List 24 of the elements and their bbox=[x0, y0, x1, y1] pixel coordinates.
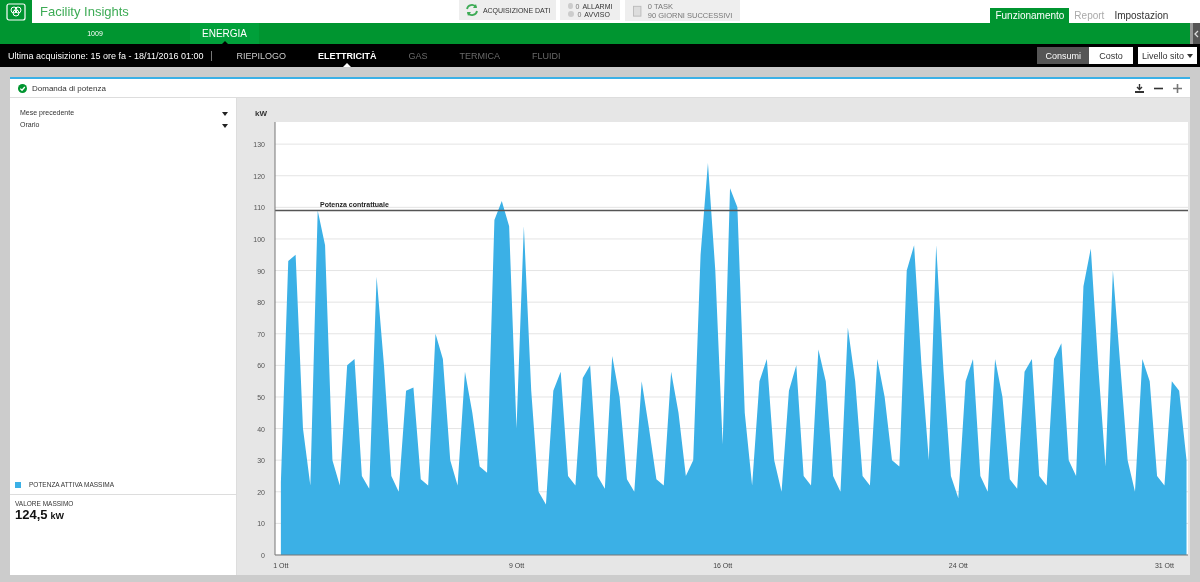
energy-tab[interactable]: ELETTRICITÀ bbox=[302, 44, 393, 67]
collapse-button[interactable] bbox=[1190, 23, 1200, 44]
last-update-text: Ultima acquisizione: 15 ore fa - 18/11/2016 01:00 bbox=[0, 50, 213, 61]
caret-icon bbox=[1187, 53, 1193, 58]
max-value: 124,5 kW bbox=[15, 507, 66, 522]
status-dot-icon bbox=[568, 11, 575, 17]
view-toggle[interactable]: Consumi bbox=[1037, 47, 1089, 64]
level-dropdown[interactable]: Livello sito bbox=[1137, 47, 1197, 64]
check-icon bbox=[18, 83, 27, 93]
view-toggle[interactable]: Costo bbox=[1088, 47, 1133, 64]
panel-title: Domanda di potenza bbox=[32, 83, 106, 93]
plus-icon[interactable] bbox=[1173, 83, 1182, 93]
caret-icon bbox=[222, 112, 228, 116]
refresh-icon bbox=[464, 3, 479, 17]
nav-tab[interactable]: Funzionamento bbox=[990, 8, 1070, 23]
axis-unit-label: kW bbox=[255, 109, 267, 118]
clipboard-icon bbox=[633, 4, 642, 17]
nav-tab[interactable]: Impostazion bbox=[1109, 8, 1174, 23]
caret-icon bbox=[222, 124, 228, 128]
app-title: Facility Insights bbox=[40, 4, 129, 19]
status-dot-icon bbox=[568, 3, 573, 9]
energy-tab[interactable]: RIEPILOGO bbox=[220, 44, 302, 67]
download-icon[interactable] bbox=[1135, 83, 1144, 93]
chevron-left-icon bbox=[1194, 29, 1199, 38]
